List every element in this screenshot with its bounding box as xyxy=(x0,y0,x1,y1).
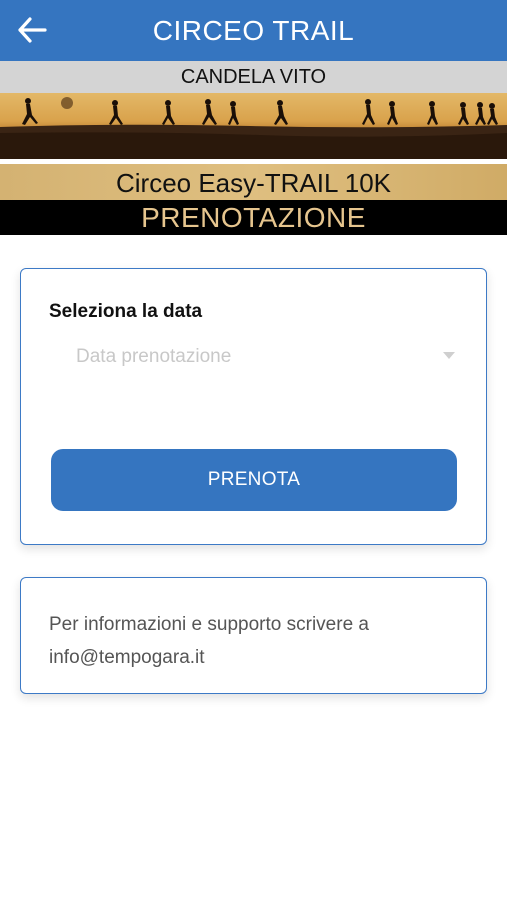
date-select[interactable]: Data prenotazione xyxy=(49,339,461,375)
user-name: CANDELA VITO xyxy=(0,61,507,93)
booking-card: Seleziona la data Data prenotazione PREN… xyxy=(20,268,487,545)
info-card: Per informazioni e supporto scrivere a i… xyxy=(20,577,487,694)
date-field-label: Seleziona la data xyxy=(49,301,203,322)
date-placeholder: Data prenotazione xyxy=(76,346,232,367)
page-title: CIRCEO TRAIL xyxy=(152,14,355,46)
book-button[interactable]: PRENOTA xyxy=(51,449,457,511)
section-title: PRENOTAZIONE xyxy=(141,201,366,233)
event-name: Circeo Easy-TRAIL 10K xyxy=(115,168,392,198)
caret-down-icon xyxy=(443,352,455,359)
support-email[interactable]: info@tempogara.it xyxy=(49,647,205,668)
support-info: Per informazioni e supporto scrivere a i… xyxy=(49,608,459,674)
app-bar: CIRCEO TRAIL xyxy=(0,0,507,61)
support-text: Per informazioni e supporto scrivere a xyxy=(49,614,369,635)
